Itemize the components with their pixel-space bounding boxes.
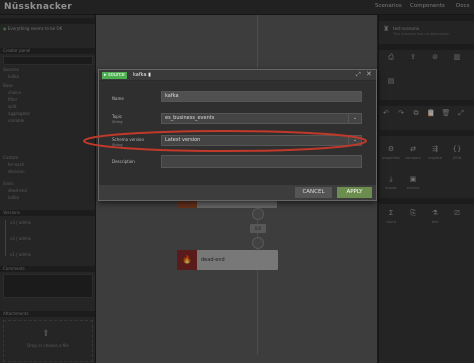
highlight-ellipse bbox=[83, 130, 367, 152]
highlight-annotation bbox=[83, 130, 367, 152]
